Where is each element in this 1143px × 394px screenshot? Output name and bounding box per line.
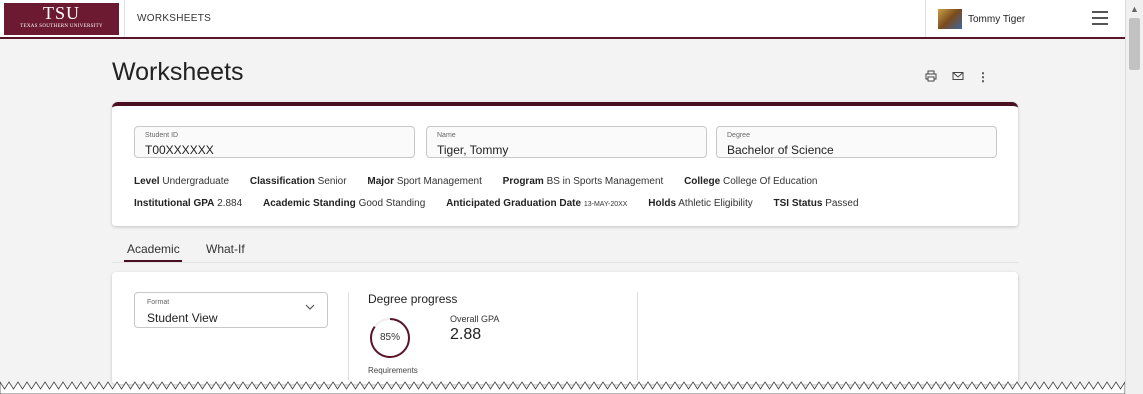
institutional-gpa-label: Institutional GPA — [134, 198, 215, 209]
holds-label: Holds — [648, 198, 677, 209]
college-value: College Of Education — [722, 176, 818, 187]
college-label: College — [684, 176, 721, 187]
nav-title: WORKSHEETS — [137, 13, 212, 24]
avatar — [938, 9, 962, 29]
user-menu[interactable]: Tommy Tiger — [925, 0, 1071, 37]
toolbar: ⋮ — [925, 70, 1025, 88]
active-tab-indicator — [124, 260, 182, 262]
student-id-label: Student ID — [145, 132, 179, 139]
student-name-field: Name Tiger, Tommy — [426, 126, 707, 158]
holds-value: Athletic Eligibility — [678, 198, 753, 209]
student-info-card: Student ID T00XXXXXX Name Tiger, Tommy D… — [112, 102, 1018, 226]
requirements-label: Requirements — [368, 366, 418, 375]
top-bar: TSU TEXAS SOUTHERN UNIVERSITY WORKSHEETS… — [0, 0, 1125, 39]
print-icon[interactable] — [925, 70, 937, 85]
chevron-down-icon — [305, 303, 315, 314]
logo-subtext: TEXAS SOUTHERN UNIVERSITY — [20, 24, 103, 29]
more-options-icon[interactable]: ⋮ — [977, 70, 989, 84]
header-divider — [124, 0, 125, 37]
graduation-date-label: Anticipated Graduation Date — [446, 198, 582, 209]
section-divider-right — [637, 292, 638, 380]
level-label: Level — [134, 176, 160, 187]
tab-divider — [112, 262, 1018, 263]
format-select[interactable]: Format Student View — [134, 292, 328, 328]
scroll-thumb[interactable] — [1129, 18, 1140, 70]
classification-value: Senior — [317, 176, 347, 187]
torn-edge — [0, 381, 1125, 394]
hamburger-menu-icon[interactable] — [1092, 11, 1108, 25]
overall-gpa-value: 2.88 — [450, 326, 482, 343]
degree-progress-card: Format Student View Degree progress 85% … — [112, 272, 1018, 384]
degree-value: Bachelor of Science — [727, 143, 834, 157]
tab-academic[interactable]: Academic — [127, 242, 180, 256]
academic-standing-label: Academic Standing — [262, 198, 356, 209]
graduation-date-value: 13-MAY-20XX — [583, 201, 628, 208]
logo-text: TSU — [42, 3, 80, 23]
format-value: Student View — [147, 311, 218, 325]
tsi-status-value: Passed — [825, 198, 859, 209]
academic-standing-value: Good Standing — [358, 198, 426, 209]
degree-field: Degree Bachelor of Science — [716, 126, 997, 158]
classification-label: Classification — [249, 176, 315, 187]
student-info-row-1: Level Undergraduate Classification Senio… — [134, 176, 836, 187]
major-value: Sport Management — [396, 176, 482, 187]
student-info-row-2: Institutional GPA 2.884 Academic Standin… — [134, 198, 877, 209]
program-value: BS in Sports Management — [546, 176, 664, 187]
institutional-gpa-value: 2.884 — [217, 198, 243, 209]
program-label: Program — [502, 176, 544, 187]
progress-percent: 85% — [379, 332, 400, 343]
degree-progress-title: Degree progress — [368, 292, 458, 306]
vertical-scrollbar[interactable]: ▲ — [1125, 0, 1143, 394]
email-icon[interactable] — [952, 70, 964, 85]
page-title: Worksheets — [112, 58, 244, 86]
user-name: Tommy Tiger — [968, 14, 1026, 25]
student-name-label: Name — [437, 132, 456, 139]
overall-gpa-label: Overall GPA — [450, 314, 500, 324]
level-value: Undergraduate — [162, 176, 230, 187]
tsu-logo[interactable]: TSU TEXAS SOUTHERN UNIVERSITY — [4, 3, 119, 35]
section-divider — [348, 292, 349, 380]
format-label: Format — [147, 299, 170, 306]
tab-what-if[interactable]: What-If — [206, 242, 245, 256]
student-id-value: T00XXXXXX — [145, 143, 214, 157]
student-name-value: Tiger, Tommy — [437, 143, 509, 157]
student-id-field: Student ID T00XXXXXX — [134, 126, 415, 158]
scroll-up-arrow-icon[interactable]: ▲ — [1130, 4, 1139, 14]
degree-label: Degree — [727, 132, 750, 139]
tsi-status-label: TSI Status — [773, 198, 823, 209]
major-label: Major — [367, 176, 395, 187]
